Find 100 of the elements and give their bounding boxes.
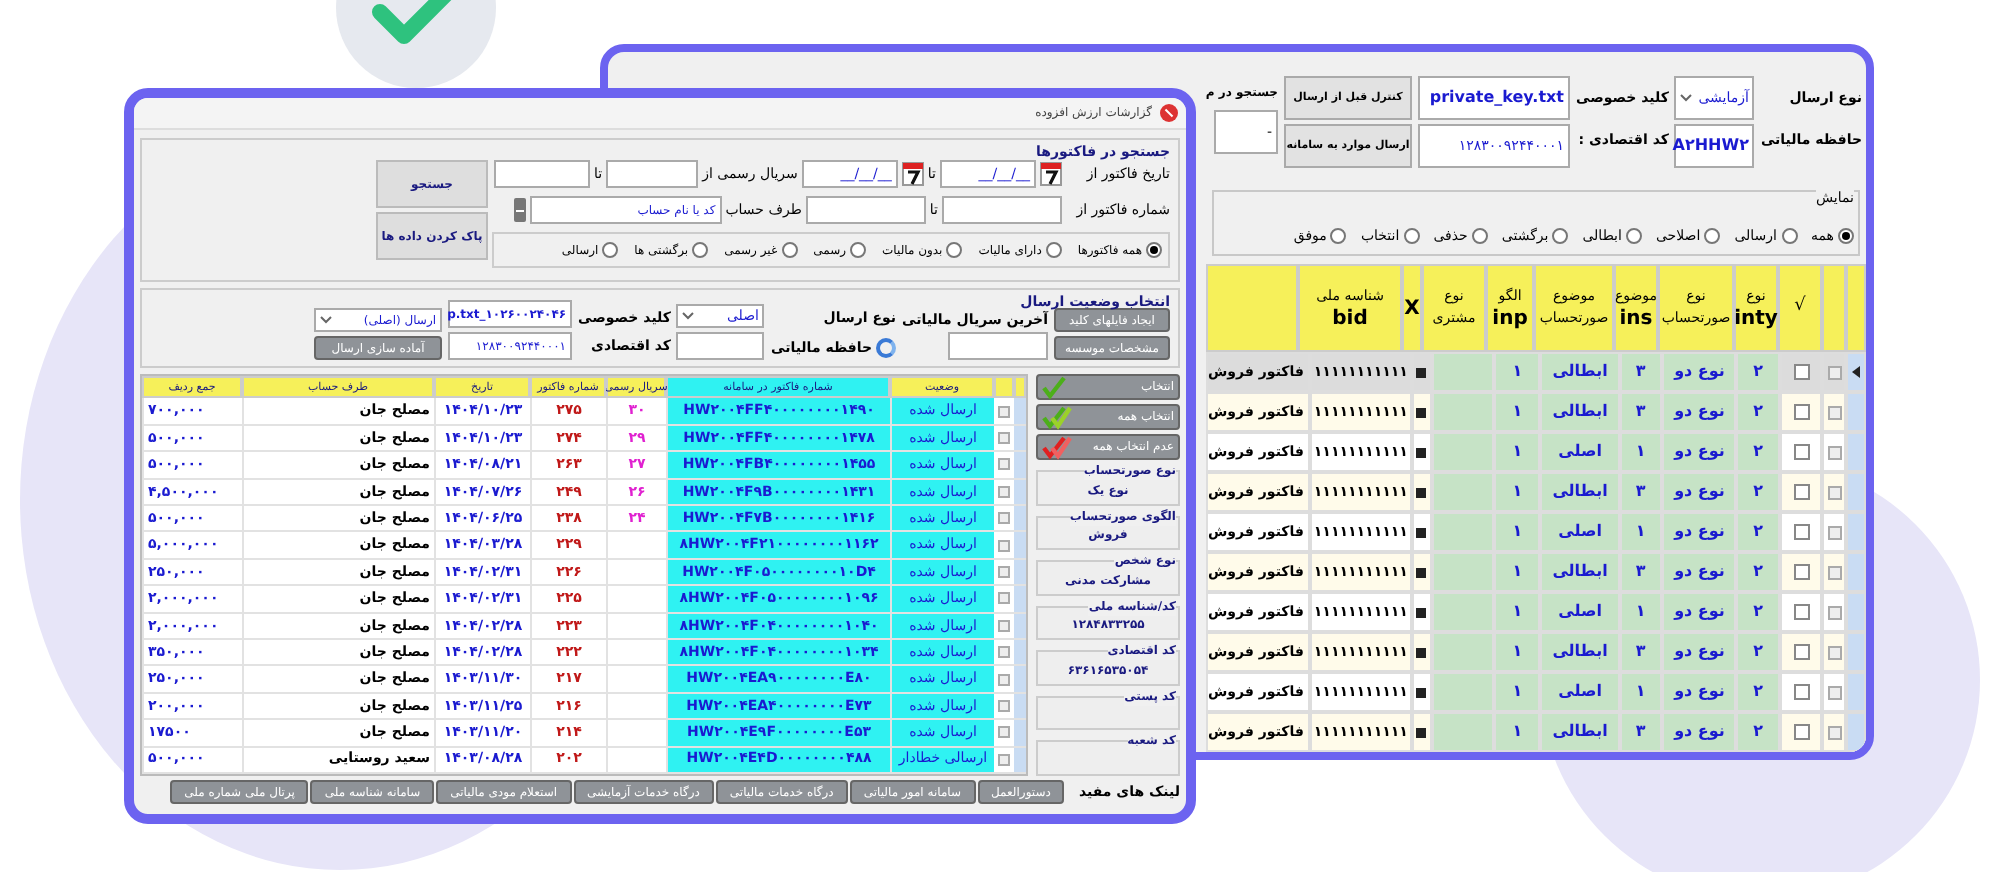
row-checkbox[interactable] [1793, 724, 1810, 740]
expand-icon[interactable] [998, 726, 1010, 739]
row-checkbox[interactable] [1793, 524, 1810, 540]
radio-button[interactable] [1704, 227, 1721, 244]
expand-icon[interactable] [1827, 445, 1842, 459]
expand-icon[interactable] [998, 753, 1010, 766]
expand-icon[interactable] [998, 485, 1010, 498]
table-cell: ۲ [1736, 632, 1780, 672]
invoice-number-field[interactable] [942, 196, 1062, 224]
expand-icon[interactable] [1827, 725, 1842, 739]
table-cell: ۱ [1619, 672, 1663, 712]
table-cell: ابطالی [1540, 392, 1620, 432]
serial-field[interactable] [494, 160, 591, 188]
row-checkbox[interactable] [1793, 404, 1810, 420]
table-cell [1431, 552, 1494, 592]
table-cell: اصلی [1540, 592, 1620, 632]
expand-icon[interactable] [1827, 365, 1842, 379]
table-cell: ۱ [1493, 672, 1541, 712]
calendar-icon[interactable] [901, 162, 924, 186]
table-cell: ابطالی [1540, 352, 1620, 392]
filled-square-icon [1416, 647, 1427, 657]
expand-icon[interactable] [1827, 485, 1842, 499]
private-key-field[interactable]: private_key.txt [1418, 76, 1570, 120]
refresh-icon[interactable] [876, 338, 897, 358]
expand-icon[interactable] [1827, 525, 1842, 539]
add-button[interactable] [513, 198, 526, 222]
table-cell: ۱ [1493, 512, 1541, 552]
table-cell: نوع دو [1662, 352, 1737, 392]
table-cell: ۱ [1619, 512, 1663, 552]
table-cell: نوع دو [1662, 672, 1737, 712]
filled-square-icon [1416, 487, 1427, 497]
tax-memory-field[interactable] [676, 332, 765, 360]
filled-square-icon [1416, 447, 1427, 457]
table-cell: ابطالی [1540, 552, 1620, 592]
expand-icon[interactable] [998, 405, 1010, 418]
radio-button[interactable] [1781, 227, 1797, 244]
row-checkbox[interactable] [1793, 684, 1810, 700]
radio-button[interactable] [1045, 242, 1062, 258]
row-selector [1846, 712, 1866, 752]
expand-icon[interactable] [1827, 685, 1842, 699]
table-cell: نوع دو [1662, 552, 1737, 592]
radio-button[interactable] [946, 242, 963, 258]
table-cell: نوع دو [1662, 472, 1737, 512]
table-cell: ۲ [1736, 352, 1780, 392]
row-checkbox[interactable] [1793, 444, 1810, 460]
column-header [1206, 264, 1298, 352]
table-cell [1431, 352, 1494, 392]
table-cell: اصلی [1540, 672, 1620, 712]
table-cell: ۱ [1493, 552, 1541, 592]
table-cell: ۱ [1493, 472, 1541, 512]
expand-icon[interactable] [1827, 605, 1842, 619]
expand-icon[interactable] [1827, 645, 1842, 659]
expand-icon[interactable] [998, 512, 1010, 525]
radio-button[interactable] [1403, 227, 1420, 244]
table-cell: ۲ [1736, 472, 1780, 512]
row-checkbox[interactable] [1793, 644, 1810, 660]
serial-field[interactable] [948, 332, 1048, 360]
invoice-number-field[interactable] [805, 196, 926, 224]
table-cell [1431, 712, 1494, 752]
radio-button[interactable] [1838, 227, 1854, 244]
radio-button[interactable] [692, 242, 709, 258]
radio-button[interactable] [781, 242, 798, 258]
radio-button[interactable] [850, 242, 867, 258]
radio-button[interactable] [1330, 227, 1347, 244]
row-checkbox[interactable] [1793, 604, 1810, 620]
table-cell [1431, 472, 1494, 512]
radio-button[interactable] [1471, 227, 1488, 244]
serial-field[interactable] [606, 160, 699, 188]
table-cell: ۳ [1619, 712, 1663, 752]
row-checkbox[interactable] [1793, 564, 1810, 580]
row-checkbox[interactable] [1793, 484, 1810, 500]
table-cell: ۳ [1619, 552, 1663, 592]
table-cell: ۲ [1736, 512, 1780, 552]
column-header: X [1402, 264, 1422, 352]
radio-button[interactable] [1146, 242, 1162, 258]
expand-icon[interactable] [998, 646, 1010, 659]
chevron-icon [682, 312, 695, 320]
table-cell: نوع دو [1662, 712, 1737, 752]
radio-button[interactable] [1552, 227, 1569, 244]
table-cell: ۳ [1619, 632, 1663, 672]
tax-memory-field[interactable]: A۲HHW۲ [1674, 124, 1755, 168]
table-cell: ابطالی [1540, 632, 1620, 672]
radio-button[interactable] [1625, 227, 1642, 244]
table-cell: ۱ [1493, 432, 1541, 472]
table-cell: ۲ [1736, 432, 1780, 472]
table-cell: ابطالی [1540, 712, 1620, 752]
expand-icon[interactable] [1827, 565, 1842, 579]
radio-button[interactable] [602, 242, 619, 258]
row-checkbox[interactable] [1793, 364, 1810, 380]
table-cell: ۱ [1493, 712, 1541, 752]
table-cell: ۲ [1736, 712, 1780, 752]
table-cell [1431, 672, 1494, 712]
expand-icon[interactable] [1827, 405, 1842, 419]
expand-icon[interactable] [998, 619, 1010, 632]
table-cell: ۱ [1619, 592, 1663, 632]
calendar-icon[interactable] [1040, 162, 1062, 186]
table-cell: نوع دو [1662, 392, 1737, 432]
expand-icon[interactable] [998, 592, 1010, 605]
filled-square-icon [1416, 727, 1427, 737]
close-icon[interactable] [1160, 104, 1178, 122]
